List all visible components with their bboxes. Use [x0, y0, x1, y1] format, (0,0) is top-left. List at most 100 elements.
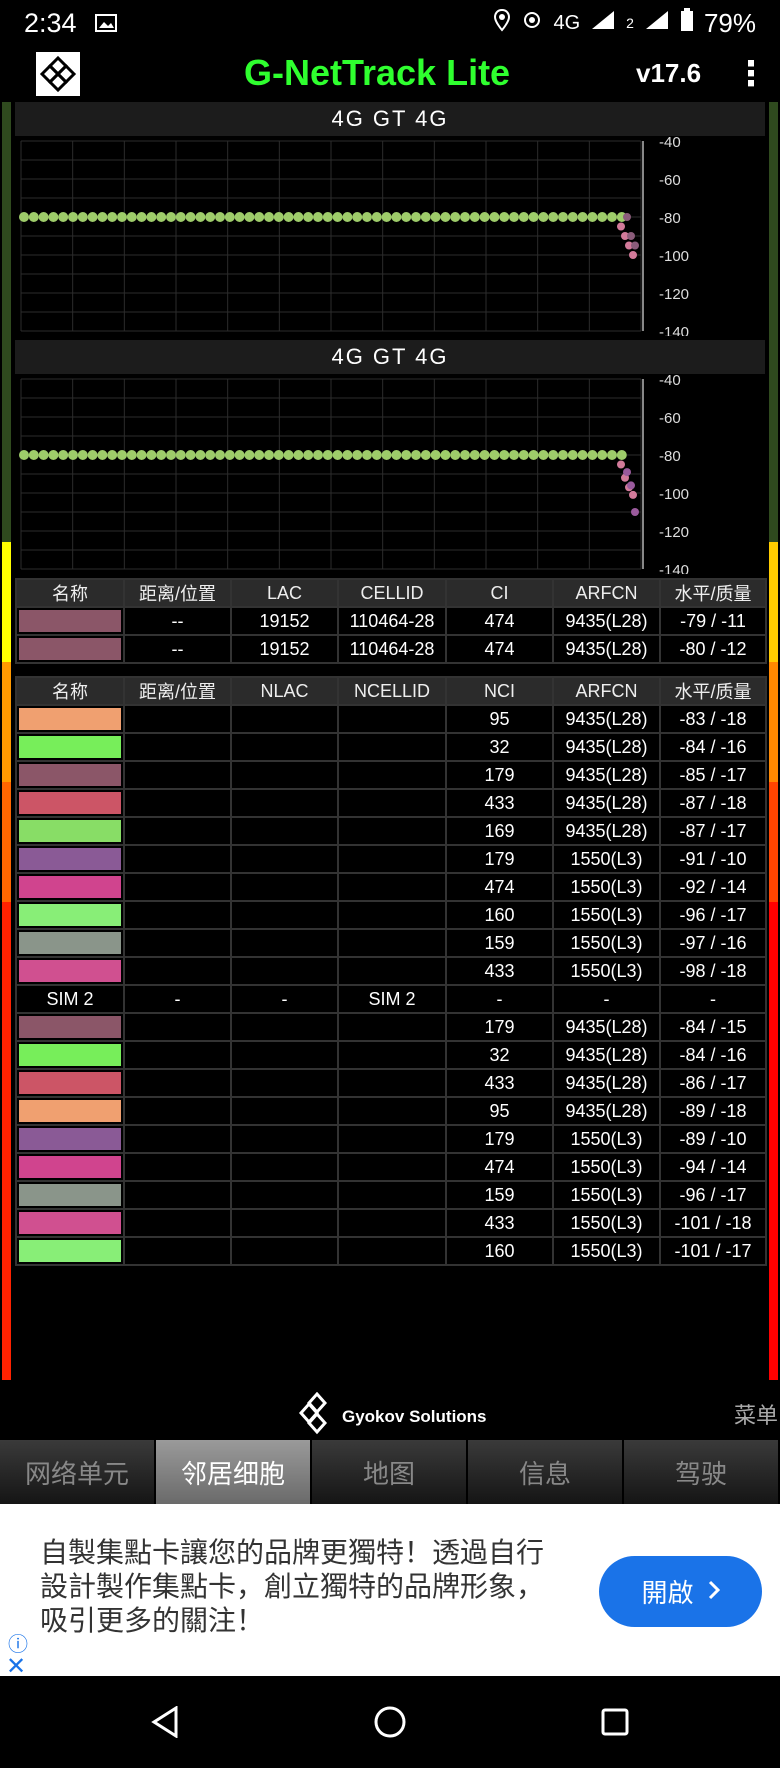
table-row[interactable]: 179 9435(L28) -84 / -15 [15, 1012, 767, 1042]
col-header-distance[interactable]: 距离/位置 [123, 578, 232, 608]
table-row[interactable]: 433 9435(L28) -86 / -17 [15, 1068, 767, 1098]
table-row[interactable]: 95 9435(L28) -83 / -18 [15, 704, 767, 734]
table-row[interactable]: 179 1550(L3) -89 / -10 [15, 1124, 767, 1154]
data-point [558, 450, 568, 460]
cell-color-swatch [19, 610, 121, 632]
cell-distance [123, 1180, 232, 1210]
cell-cellid: 110464-28 [337, 606, 447, 636]
cell-distance [123, 900, 232, 930]
table-row[interactable]: 32 9435(L28) -84 / -16 [15, 732, 767, 762]
cell-color [15, 606, 125, 636]
tab-map[interactable]: 地图 [312, 1440, 468, 1504]
recents-icon[interactable] [600, 1707, 630, 1742]
cell-color [15, 1012, 125, 1042]
data-point [538, 450, 549, 460]
menu-button[interactable]: 菜单 [734, 1398, 778, 1430]
sim1-signal-icon [590, 9, 616, 37]
cell-level: -89 / -18 [659, 1096, 767, 1126]
col-header-arfcn[interactable]: ARFCN [552, 578, 661, 608]
col-header-ci[interactable]: CI [445, 578, 554, 608]
cell-nci: 433 [445, 788, 554, 818]
data-point [28, 212, 39, 222]
cell-arfcn: 1550(L3) [552, 928, 661, 958]
overflow-menu-icon[interactable]: ⋮ [734, 54, 768, 94]
col-header-arfcn[interactable]: ARFCN [552, 676, 661, 706]
data-point [489, 212, 500, 222]
col-header-name[interactable]: 名称 [15, 578, 125, 608]
col-header-distance[interactable]: 距离/位置 [123, 676, 232, 706]
data-point [185, 212, 196, 222]
battery-percent: 79% [703, 7, 756, 38]
data-point [107, 450, 118, 460]
table-row[interactable]: 95 9435(L28) -89 / -18 [15, 1096, 767, 1126]
table-row[interactable]: -- 19152 110464-28 474 9435(L28) -80 / -… [15, 634, 767, 664]
tab-info[interactable]: 信息 [468, 1440, 624, 1504]
cell-level: -101 / -17 [659, 1236, 767, 1266]
col-header-ncellid[interactable]: NCELLID [337, 676, 447, 706]
data-point [440, 212, 451, 222]
cell-ncellid [337, 1096, 447, 1126]
cell-level: -84 / -16 [659, 1040, 767, 1070]
col-header-cellid[interactable]: CELLID [337, 578, 447, 608]
home-icon[interactable] [373, 1705, 407, 1744]
y-tick-label: -140 [659, 324, 689, 336]
cell-arfcn: 1550(L3) [552, 1180, 661, 1210]
table-row[interactable]: 179 9435(L28) -85 / -17 [15, 760, 767, 790]
data-point [234, 212, 245, 222]
table-row[interactable]: 474 1550(L3) -92 / -14 [15, 872, 767, 902]
cell-color-swatch [19, 848, 121, 870]
cell-distance [123, 1068, 232, 1098]
ad-banner[interactable]: 自製集點卡讓您的品牌更獨特！透過自行設計製作集點卡，創立獨特的品牌形象，吸引更多… [0, 1504, 780, 1680]
cell-nlac [230, 732, 339, 762]
table-row[interactable]: 433 9435(L28) -87 / -18 [15, 788, 767, 818]
gyokov-logo[interactable]: Gyokov Solutions [298, 1391, 487, 1441]
data-point [38, 450, 49, 460]
table-row[interactable]: 433 1550(L3) -101 / -18 [15, 1208, 767, 1238]
data-point [401, 212, 412, 222]
col-header-level[interactable]: 水平/质量 [659, 676, 767, 706]
cell-distance [123, 1012, 232, 1042]
table-row[interactable]: 159 1550(L3) -97 / -16 [15, 928, 767, 958]
cell-nci: 433 [445, 956, 554, 986]
table-row[interactable]: 169 9435(L28) -87 / -17 [15, 816, 767, 846]
table-row[interactable]: 159 1550(L3) -96 / -17 [15, 1180, 767, 1210]
cell-nci: 179 [445, 760, 554, 790]
data-point [68, 450, 78, 460]
table-row[interactable]: 160 1550(L3) -96 / -17 [15, 900, 767, 930]
gallery-icon [94, 8, 117, 39]
tab-network-cell[interactable]: 网络单元 [0, 1440, 156, 1504]
data-point [117, 212, 127, 222]
tab-drive[interactable]: 驾驶 [624, 1440, 780, 1504]
cell-level: -98 / -18 [659, 956, 767, 986]
col-header-level[interactable]: 水平/质量 [659, 578, 767, 608]
back-icon[interactable] [150, 1705, 180, 1743]
cell-arfcn: 9435(L28) [552, 606, 661, 636]
col-header-lac[interactable]: LAC [230, 578, 339, 608]
y-tick-label: -80 [659, 210, 681, 227]
tab-neighbor-cells[interactable]: 邻居细胞 [156, 1440, 312, 1504]
cell-nlac [230, 1068, 339, 1098]
y-tick-label: -100 [659, 486, 689, 503]
table-row[interactable]: -- 19152 110464-28 474 9435(L28) -79 / -… [15, 606, 767, 636]
table-row[interactable]: 160 1550(L3) -101 / -17 [15, 1236, 767, 1266]
col-header-name[interactable]: 名称 [15, 676, 125, 706]
table-row[interactable]: 474 1550(L3) -94 / -14 [15, 1152, 767, 1182]
cell-ncellid [337, 788, 447, 818]
data-point [371, 212, 382, 222]
sim2-cell-name: SIM 2 [15, 984, 125, 1014]
data-point [538, 212, 549, 222]
cell-arfcn: 1550(L3) [552, 1236, 661, 1266]
col-header-nci[interactable]: NCI [445, 676, 554, 706]
table-row[interactable]: 179 1550(L3) -91 / -10 [15, 844, 767, 874]
ad-open-button[interactable]: 開啟 [599, 1556, 762, 1627]
data-point [631, 241, 639, 250]
col-header-nlac[interactable]: NLAC [230, 676, 339, 706]
data-point [195, 450, 206, 460]
cell-color-swatch [19, 708, 121, 730]
data-point [244, 450, 255, 460]
app-logo-icon[interactable] [36, 52, 80, 96]
table-row[interactable]: 433 1550(L3) -98 / -18 [15, 956, 767, 986]
cell-nlac [230, 844, 339, 874]
table-row[interactable]: 32 9435(L28) -84 / -16 [15, 1040, 767, 1070]
cell-color [15, 816, 125, 846]
